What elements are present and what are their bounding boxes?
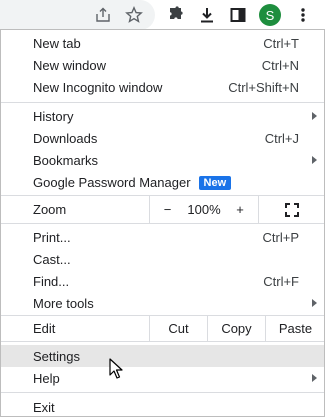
- more-menu-icon[interactable]: [291, 3, 315, 27]
- menu-shortcut: Ctrl+F: [263, 273, 299, 289]
- submenu-arrow-icon: [312, 156, 317, 164]
- zoom-label: Zoom: [33, 202, 67, 217]
- menu-item-password-manager[interactable]: Google Password Manager New: [1, 171, 324, 193]
- zoom-minus-label: −: [163, 202, 172, 217]
- copy-button[interactable]: Copy: [207, 316, 265, 341]
- cut-button[interactable]: Cut: [149, 316, 207, 341]
- menu-label: Help: [33, 370, 60, 386]
- edit-label: Edit: [33, 321, 56, 336]
- submenu-arrow-icon: [312, 374, 317, 382]
- menu-separator: [1, 392, 324, 393]
- fullscreen-button[interactable]: [258, 196, 325, 223]
- menu-item-new-window[interactable]: New window Ctrl+N: [1, 54, 324, 76]
- menu-item-bookmarks[interactable]: Bookmarks: [1, 149, 324, 171]
- menu-label: New tab: [33, 35, 81, 51]
- cut-label: Cut: [168, 321, 189, 336]
- zoom-value: 100%: [187, 202, 221, 217]
- menu-item-more-tools[interactable]: More tools: [1, 292, 324, 314]
- menu-label: Bookmarks: [33, 152, 99, 168]
- share-icon[interactable]: [91, 3, 115, 27]
- menu-label: Google Password Manager: [33, 174, 191, 190]
- menu-label: Exit: [33, 399, 55, 415]
- menu-item-settings[interactable]: Settings: [1, 345, 324, 367]
- menu-label-wrapper: Google Password Manager New: [33, 174, 232, 190]
- menu-label: Print...: [33, 229, 71, 245]
- menu-item-new-tab[interactable]: New tab Ctrl+T: [1, 32, 324, 54]
- menu-item-print[interactable]: Print... Ctrl+P: [1, 226, 324, 248]
- fullscreen-icon: [285, 202, 299, 217]
- side-panel-icon[interactable]: [226, 3, 250, 27]
- zoom-in-button[interactable]: +: [223, 196, 257, 223]
- edit-row: Edit Cut Copy Paste: [1, 316, 324, 341]
- menu-item-help[interactable]: Help: [1, 367, 324, 389]
- download-icon[interactable]: [195, 3, 219, 27]
- submenu-arrow-icon: [312, 299, 317, 307]
- browser-toolbar: S: [0, 0, 325, 30]
- menu-separator: [1, 102, 324, 103]
- zoom-out-button[interactable]: −: [149, 196, 185, 223]
- menu-label: More tools: [33, 295, 94, 311]
- menu-item-downloads[interactable]: Downloads Ctrl+J: [1, 127, 324, 149]
- menu-label: Find...: [33, 273, 70, 289]
- paste-label: Paste: [278, 321, 313, 336]
- menu-item-exit[interactable]: Exit: [1, 396, 324, 418]
- menu-item-new-incognito[interactable]: New Incognito window Ctrl+Shift+N: [1, 76, 324, 98]
- profile-avatar[interactable]: S: [259, 4, 281, 26]
- menu-shortcut: Ctrl+P: [262, 229, 299, 245]
- zoom-row: Zoom − 100% +: [1, 196, 324, 223]
- new-badge: New: [198, 175, 232, 190]
- menu-label: History: [33, 108, 74, 124]
- submenu-arrow-icon: [312, 112, 317, 120]
- menu-separator: [1, 223, 324, 224]
- menu-label: Cast...: [33, 251, 71, 267]
- star-icon[interactable]: [122, 3, 146, 27]
- zoom-plus-label: +: [236, 202, 244, 217]
- menu-item-find[interactable]: Find... Ctrl+F: [1, 270, 324, 292]
- menu-item-history[interactable]: History: [1, 105, 324, 127]
- menu-item-cast[interactable]: Cast...: [1, 248, 324, 270]
- zoom-level: 100%: [185, 196, 223, 223]
- menu-shortcut: Ctrl+T: [263, 35, 299, 51]
- menu-separator: [1, 341, 324, 342]
- menu-label: Settings: [33, 348, 80, 364]
- menu-shortcut: Ctrl+Shift+N: [228, 79, 299, 95]
- chrome-main-menu: New tab Ctrl+T New window Ctrl+N New Inc…: [0, 29, 325, 417]
- menu-label: New Incognito window: [33, 79, 163, 95]
- menu-label: Downloads: [33, 130, 98, 146]
- menu-label: New window: [33, 57, 106, 73]
- menu-shortcut: Ctrl+N: [261, 57, 299, 73]
- paste-button[interactable]: Paste: [265, 316, 325, 341]
- mouse-cursor-icon: [109, 358, 123, 379]
- copy-label: Copy: [221, 321, 252, 336]
- extensions-icon[interactable]: [163, 3, 187, 27]
- menu-shortcut: Ctrl+J: [264, 130, 299, 146]
